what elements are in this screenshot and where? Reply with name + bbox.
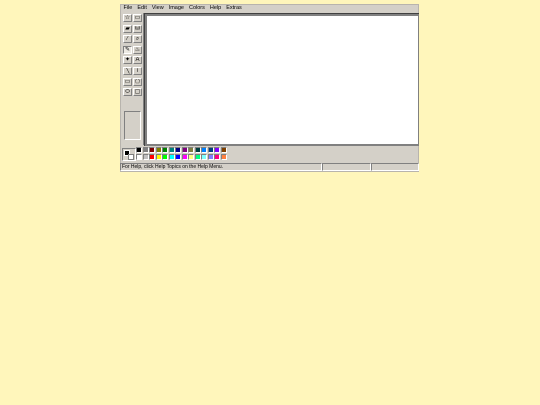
palette-swatch[interactable]: [181, 154, 188, 160]
curve-icon: ≀: [136, 68, 139, 74]
palette-swatch[interactable]: [188, 154, 194, 160]
brush-tool-button[interactable]: ♨: [133, 45, 142, 54]
menu-bar: File Edit View Image Colors Help Extras: [120, 4, 419, 12]
palette-swatch[interactable]: [194, 147, 201, 153]
text-icon: A: [135, 57, 140, 64]
brush-icon: ♨: [134, 46, 141, 53]
menu-extras[interactable]: Extras: [224, 4, 245, 12]
pencil-tool-button[interactable]: ✎: [123, 45, 132, 54]
palette-swatch[interactable]: [162, 154, 168, 160]
menu-edit[interactable]: Edit: [135, 4, 149, 12]
palette-swatch[interactable]: [155, 154, 162, 160]
text-tool-button[interactable]: A: [133, 56, 142, 65]
current-colors[interactable]: [122, 148, 136, 161]
status-message: For Help, click Help Topics on the Help …: [120, 163, 322, 171]
rectangle-select-icon: ▭: [134, 15, 141, 21]
tool-options-box[interactable]: [124, 111, 141, 140]
pick-color-icon: ⁄: [126, 36, 128, 43]
color-box: [120, 146, 419, 162]
rounded-rectangle-tool-button[interactable]: ▢: [133, 88, 142, 97]
palette-swatch[interactable]: [220, 154, 227, 160]
eraser-tool-button[interactable]: ▰: [123, 24, 132, 33]
airbrush-icon: ✦: [124, 57, 131, 64]
palette-swatch[interactable]: [175, 147, 181, 153]
rectangle-tool-button[interactable]: ▭: [123, 77, 132, 86]
free-form-select-tool-button[interactable]: ☆: [123, 14, 132, 22]
line-tool-button[interactable]: ╲: [123, 67, 132, 75]
ellipse-tool-button[interactable]: ⬭: [123, 88, 132, 97]
drawing-canvas[interactable]: [147, 16, 418, 144]
palette-swatch[interactable]: [175, 154, 181, 160]
paint-window: File Edit View Image Colors Help Extras ☆ ▭ ▰ ⛁ ⁄ ⌕…: [120, 4, 419, 172]
palette-swatch[interactable]: [142, 154, 149, 160]
menu-image[interactable]: Image: [166, 4, 186, 12]
palette-swatch[interactable]: [168, 154, 175, 160]
menu-colors[interactable]: Colors: [186, 4, 207, 12]
palette-swatch[interactable]: [201, 154, 207, 160]
background-color: [128, 154, 134, 160]
palette-swatch[interactable]: [207, 147, 214, 153]
polygon-tool-button[interactable]: ⬠: [133, 77, 142, 86]
free-form-select-icon: ☆: [124, 15, 131, 21]
canvas-frame: [144, 13, 419, 146]
palette-swatch[interactable]: [220, 147, 227, 153]
palette-swatch[interactable]: [194, 154, 201, 160]
palette-swatch[interactable]: [155, 147, 162, 153]
rounded-rectangle-icon: ▢: [134, 89, 141, 96]
fill-tool-button[interactable]: ⛁: [133, 24, 142, 33]
pencil-icon: ✎: [124, 46, 131, 53]
palette-swatch[interactable]: [142, 147, 149, 153]
magnifier-tool-button[interactable]: ⌕: [133, 35, 142, 44]
menu-view[interactable]: View: [149, 4, 166, 12]
palette-swatch[interactable]: [149, 154, 155, 160]
palette-swatch[interactable]: [214, 154, 220, 160]
pick-color-tool-button[interactable]: ⁄: [123, 35, 132, 44]
palette-swatch[interactable]: [188, 147, 194, 153]
palette-swatch[interactable]: [201, 147, 207, 153]
menu-help[interactable]: Help: [207, 4, 223, 12]
palette-swatch[interactable]: [149, 147, 155, 153]
rectangle-select-tool-button[interactable]: ▭: [133, 14, 142, 22]
eraser-icon: ▰: [125, 25, 130, 32]
palette-swatch[interactable]: [214, 147, 220, 153]
fill-icon: ⛁: [134, 25, 141, 32]
color-palette: [136, 147, 236, 161]
palette-swatch[interactable]: [162, 147, 168, 153]
curve-tool-button[interactable]: ≀: [133, 67, 142, 75]
palette-swatch[interactable]: [136, 154, 142, 160]
palette-swatch[interactable]: [207, 154, 214, 160]
airbrush-tool-button[interactable]: ✦: [123, 56, 132, 65]
menu-file[interactable]: File: [121, 4, 135, 12]
status-bar: For Help, click Help Topics on the Help …: [120, 163, 419, 172]
rectangle-icon: ▭: [124, 78, 131, 85]
palette-swatch[interactable]: [168, 147, 175, 153]
palette-swatch[interactable]: [181, 147, 188, 153]
status-coordinates: [322, 163, 371, 171]
palette-swatch[interactable]: [136, 147, 142, 153]
magnifier-icon: ⌕: [135, 36, 140, 43]
toolbox: ☆ ▭ ▰ ⛁ ⁄ ⌕ ✎ ♨ ✦ A ╲ ≀ ▭ ⬠ ⬭ ▢: [121, 13, 144, 145]
ellipse-icon: ⬭: [124, 89, 131, 96]
status-size: [371, 163, 419, 171]
polygon-icon: ⬠: [134, 78, 141, 85]
line-icon: ╲: [125, 68, 130, 74]
